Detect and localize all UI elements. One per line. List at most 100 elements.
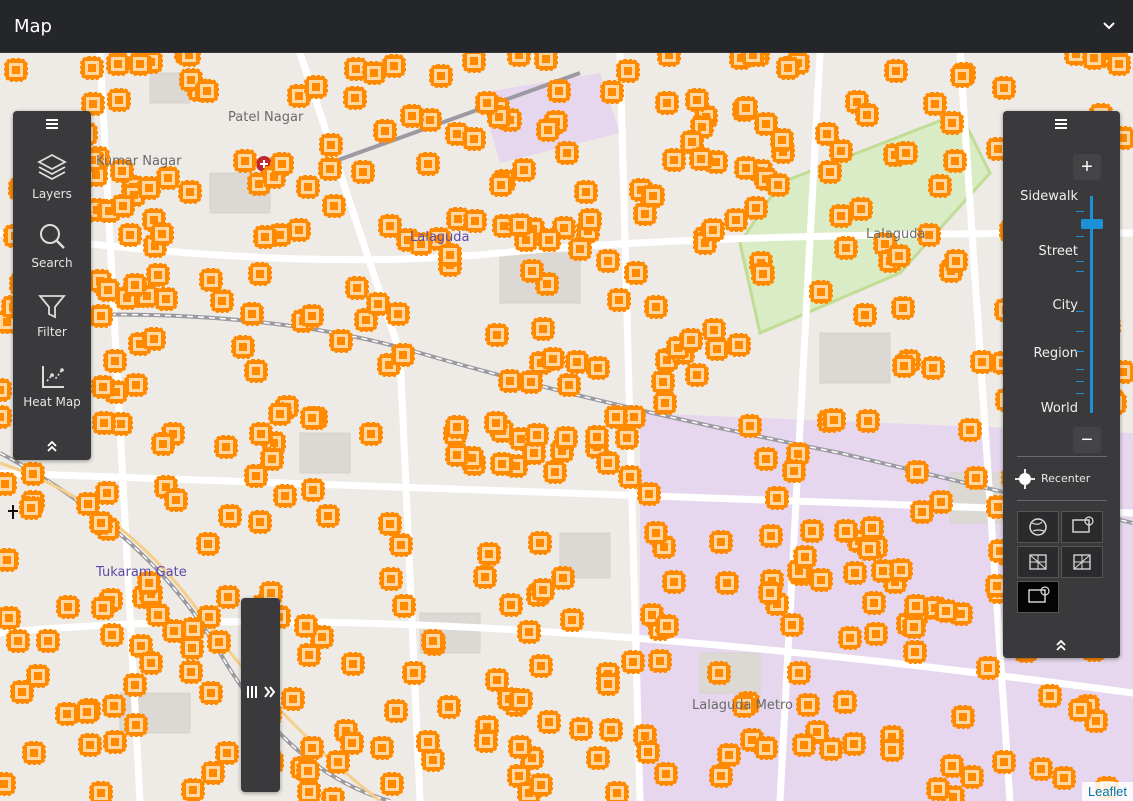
poi-marker[interactable] xyxy=(943,149,967,173)
poi-marker[interactable] xyxy=(520,259,544,283)
poi-marker[interactable] xyxy=(89,511,113,535)
poi-marker[interactable] xyxy=(181,617,205,641)
poi-marker[interactable] xyxy=(596,672,620,696)
poi-marker[interactable] xyxy=(321,787,345,801)
poi-marker[interactable] xyxy=(345,276,369,300)
poi-marker[interactable] xyxy=(701,218,725,242)
poi-marker[interactable] xyxy=(596,249,620,273)
poi-marker[interactable] xyxy=(1082,53,1106,70)
poi-marker[interactable] xyxy=(856,409,880,433)
poi-marker[interactable] xyxy=(727,333,751,357)
poi-marker[interactable] xyxy=(891,296,915,320)
poi-marker[interactable] xyxy=(150,222,174,246)
poi-marker[interactable] xyxy=(529,654,553,678)
poi-marker[interactable] xyxy=(366,292,390,316)
poi-marker[interactable] xyxy=(6,629,30,653)
zoom-level-street[interactable]: Street xyxy=(1038,244,1078,259)
poi-marker[interactable] xyxy=(233,149,257,173)
poi-marker[interactable] xyxy=(92,411,116,435)
poi-marker[interactable] xyxy=(565,350,589,374)
poi-marker[interactable] xyxy=(249,422,273,446)
poi-marker[interactable] xyxy=(296,759,320,783)
poi-marker[interactable] xyxy=(231,335,255,359)
poi-marker[interactable] xyxy=(248,510,272,534)
poi-marker[interactable] xyxy=(923,92,947,116)
poi-marker[interactable] xyxy=(297,780,321,801)
poi-marker[interactable] xyxy=(707,661,731,685)
poi-marker[interactable] xyxy=(765,486,789,510)
basemap-option-grid[interactable] xyxy=(1061,546,1103,578)
poi-marker[interactable] xyxy=(214,435,238,459)
recenter-button[interactable]: Recenter xyxy=(1015,469,1111,489)
poi-marker[interactable] xyxy=(300,406,324,430)
poi-marker[interactable] xyxy=(782,459,806,483)
poi-marker[interactable] xyxy=(362,61,386,85)
zoom-level-city[interactable]: City xyxy=(1053,298,1078,313)
poi-marker[interactable] xyxy=(679,328,703,352)
poi-marker[interactable] xyxy=(657,53,681,67)
poi-marker[interactable] xyxy=(507,53,531,67)
poi-marker[interactable] xyxy=(416,730,440,754)
poi-marker[interactable] xyxy=(528,531,552,555)
poi-marker[interactable] xyxy=(560,608,584,632)
poi-marker[interactable] xyxy=(475,91,499,115)
search-button[interactable]: Search xyxy=(13,222,91,270)
poi-marker[interactable] xyxy=(604,405,628,429)
poi-marker[interactable] xyxy=(517,620,541,644)
poi-marker[interactable] xyxy=(22,741,46,765)
poi-marker[interactable] xyxy=(146,263,170,287)
poi-marker[interactable] xyxy=(201,761,225,785)
poi-marker[interactable] xyxy=(107,88,131,112)
poi-marker[interactable] xyxy=(842,732,866,756)
poi-marker[interactable] xyxy=(373,119,397,143)
poi-marker[interactable] xyxy=(91,375,115,399)
poi-marker[interactable] xyxy=(929,490,953,514)
poi-marker[interactable] xyxy=(343,86,367,110)
poi-marker[interactable] xyxy=(508,735,532,759)
zoom-level-sidewalk[interactable]: Sidewalk xyxy=(1020,189,1078,204)
poi-marker[interactable] xyxy=(124,713,148,737)
poi-marker[interactable] xyxy=(621,650,645,674)
poi-marker[interactable] xyxy=(531,578,555,602)
poi-marker[interactable] xyxy=(950,64,974,88)
poi-marker[interactable] xyxy=(56,595,80,619)
poi-marker[interactable] xyxy=(662,570,686,594)
poi-marker[interactable] xyxy=(615,426,639,450)
poi-marker[interactable] xyxy=(547,79,571,103)
poi-marker[interactable] xyxy=(934,599,958,623)
map-canvas[interactable]: Patel Nagar Kumar Nagar Lalaguda Lalagud… xyxy=(0,53,1133,801)
poi-marker[interactable] xyxy=(0,606,21,630)
poi-marker[interactable] xyxy=(244,359,268,383)
poi-marker[interactable] xyxy=(196,532,220,556)
poi-marker[interactable] xyxy=(281,687,305,711)
poi-marker[interactable] xyxy=(103,349,127,373)
poi-marker[interactable] xyxy=(855,103,879,127)
poi-marker[interactable] xyxy=(177,53,201,67)
poi-marker[interactable] xyxy=(585,425,609,449)
poi-marker[interactable] xyxy=(884,59,908,83)
poi-marker[interactable] xyxy=(734,156,758,180)
poi-marker[interactable] xyxy=(655,91,679,115)
poi-marker[interactable] xyxy=(124,373,148,397)
menu-icon[interactable] xyxy=(1003,117,1120,131)
poi-marker[interactable] xyxy=(270,152,294,176)
poi-marker[interactable] xyxy=(787,661,811,685)
zoom-out-button[interactable]: − xyxy=(1073,427,1101,453)
zoom-level-world[interactable]: World xyxy=(1041,401,1078,416)
poi-marker[interactable] xyxy=(531,317,555,341)
poi-marker[interactable] xyxy=(992,750,1016,774)
poi-marker[interactable] xyxy=(793,545,817,569)
poi-marker[interactable] xyxy=(91,596,115,620)
poi-marker[interactable] xyxy=(754,736,778,760)
poi-marker[interactable] xyxy=(849,197,873,221)
poi-marker[interactable] xyxy=(462,53,486,73)
poi-marker[interactable] xyxy=(508,213,532,237)
poi-marker[interactable] xyxy=(651,370,675,394)
double-chevron-up-icon[interactable] xyxy=(13,439,91,453)
poi-marker[interactable] xyxy=(378,512,402,536)
poi-marker[interactable] xyxy=(921,356,945,380)
poi-marker[interactable] xyxy=(586,746,610,770)
poi-marker[interactable] xyxy=(992,76,1016,100)
poi-marker[interactable] xyxy=(724,208,748,232)
poi-marker[interactable] xyxy=(95,481,119,505)
